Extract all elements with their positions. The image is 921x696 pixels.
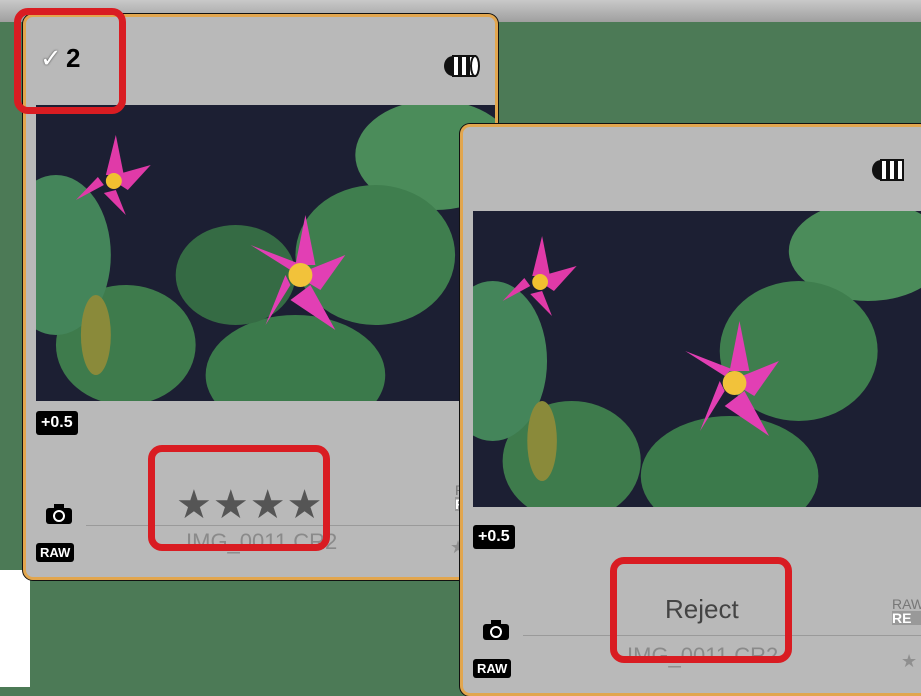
- waterlily-photo: [473, 211, 921, 507]
- camera-icon: [46, 504, 72, 524]
- photo-thumbnail[interactable]: [36, 105, 495, 401]
- highlight-box-reject: [610, 557, 792, 663]
- highlight-box-stars: [148, 445, 330, 551]
- waterlily-photo: [36, 105, 495, 401]
- exposure-badge: +0.5: [473, 525, 515, 549]
- lens-icon: [444, 55, 480, 77]
- lens-icon: [872, 159, 904, 181]
- photo-thumbnail[interactable]: [473, 211, 921, 507]
- raw-label: RAW RE: [892, 597, 921, 625]
- raw-badge: RAW: [36, 543, 75, 562]
- exposure-badge: +0.5: [36, 411, 78, 435]
- small-star-icon[interactable]: ★: [901, 651, 917, 672]
- background-panel: [0, 570, 30, 687]
- camera-icon: [483, 620, 509, 640]
- highlight-box-check: [14, 8, 126, 114]
- raw-badge: RAW: [473, 659, 512, 678]
